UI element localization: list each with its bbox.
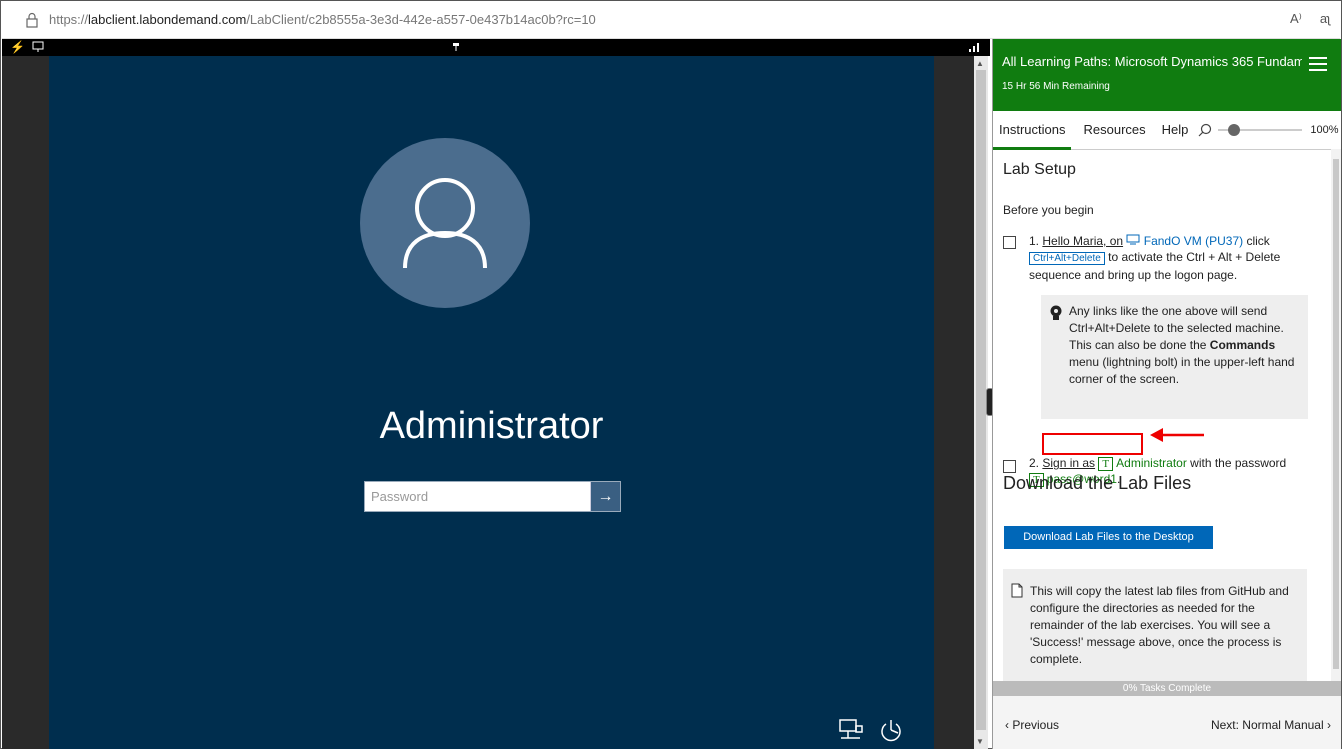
zoom-value: 100% [1310,124,1339,136]
type-text-icon[interactable]: T [1098,457,1114,471]
read-aloud-icon[interactable]: A⁾ [1290,11,1302,27]
step2-checkbox[interactable] [1003,460,1016,473]
vm-monitor-icon [1126,234,1140,245]
signal-icon [969,43,979,52]
lock-icon [26,12,38,28]
highlight-box [1042,433,1143,455]
chevron-right-icon: › [1327,718,1331,732]
menu-icon[interactable] [1309,57,1327,71]
download-lab-files-button[interactable]: Download Lab Files to the Desktop [1004,526,1213,549]
lightning-bolt-icon[interactable]: ⚡ [10,40,25,54]
download-note: This will copy the latest lab files from… [1003,569,1307,681]
tab-help[interactable]: Help [1156,111,1195,149]
password-box[interactable]: → [364,481,621,512]
scroll-up-icon[interactable]: ▲ [976,59,984,68]
zoom-icon[interactable] [1198,123,1212,137]
step1-text: 1. Hello Maria, on FandO VM (PU37) click… [1029,234,1281,282]
monitor-icon[interactable] [32,41,44,53]
password-input[interactable] [365,482,590,511]
vm-scroll-thumb[interactable] [976,70,986,730]
submit-arrow-button[interactable]: → [590,482,620,511]
document-icon [1011,583,1023,598]
time-remaining: 15 Hr 56 Min Remaining [1002,81,1110,92]
power-icon[interactable] [878,717,904,743]
instructions-content: Lab Setup Before you begin 1. Hello Mari… [993,149,1333,681]
arrow-right-icon: → [597,487,614,505]
vm-link[interactable]: FandO VM (PU37) [1144,234,1243,248]
lab-title: All Learning Paths: Microsoft Dynamics 3… [1002,54,1302,69]
address-bar[interactable]: https://labclient.labondemand.com/LabCli… [2,2,1340,39]
pin-icon[interactable] [452,42,460,52]
ctrl-alt-delete-link[interactable]: Ctrl+Alt+Delete [1029,252,1105,265]
vm-border-right [934,56,974,749]
translate-icon[interactable]: aʅ [1320,11,1330,27]
tab-instructions[interactable]: Instructions [993,111,1072,150]
previous-button[interactable]: ‹ Previous [1005,718,1059,732]
step1-checkbox[interactable] [1003,236,1016,249]
zoom-control: 100% [1198,123,1339,137]
download-heading: Download the Lab Files [1003,473,1192,493]
lab-setup-heading: Lab Setup [1003,161,1076,178]
vm-toolbar: ⚡ [2,39,990,56]
task-progress: 0% Tasks Complete [993,681,1341,696]
panel-header: All Learning Paths: Microsoft Dynamics 3… [993,39,1341,111]
next-button[interactable]: Next: Normal Manual › [1211,718,1331,732]
zoom-slider-knob[interactable] [1228,124,1241,136]
lightbulb-icon [1050,305,1062,320]
panel-tabs: Instructions Resources Help 100% [993,111,1341,150]
chevron-left-icon: ‹ [1005,718,1009,732]
before-begin-text: Before you begin [1003,203,1094,217]
panel-footer: ‹ Previous Next: Normal Manual › [993,696,1341,749]
info-note: Any links like the one above will send C… [1041,295,1308,419]
tab-resources[interactable]: Resources [1077,111,1151,149]
zoom-slider[interactable] [1218,124,1303,136]
user-icon [403,178,487,269]
panel-scrollbar[interactable] [1331,149,1341,681]
user-avatar [360,138,530,308]
username-link[interactable]: Administrator [1116,456,1187,470]
url-text[interactable]: https://labclient.labondemand.com/LabCli… [49,12,596,27]
panel-scroll-thumb[interactable] [1333,159,1339,669]
network-icon[interactable] [838,718,864,742]
red-arrow-icon [1150,428,1204,442]
username-label: Administrator [379,405,604,447]
scroll-down-icon[interactable]: ▼ [976,737,984,746]
lab-panel: All Learning Paths: Microsoft Dynamics 3… [992,39,1341,749]
vm-border-left [2,56,49,749]
